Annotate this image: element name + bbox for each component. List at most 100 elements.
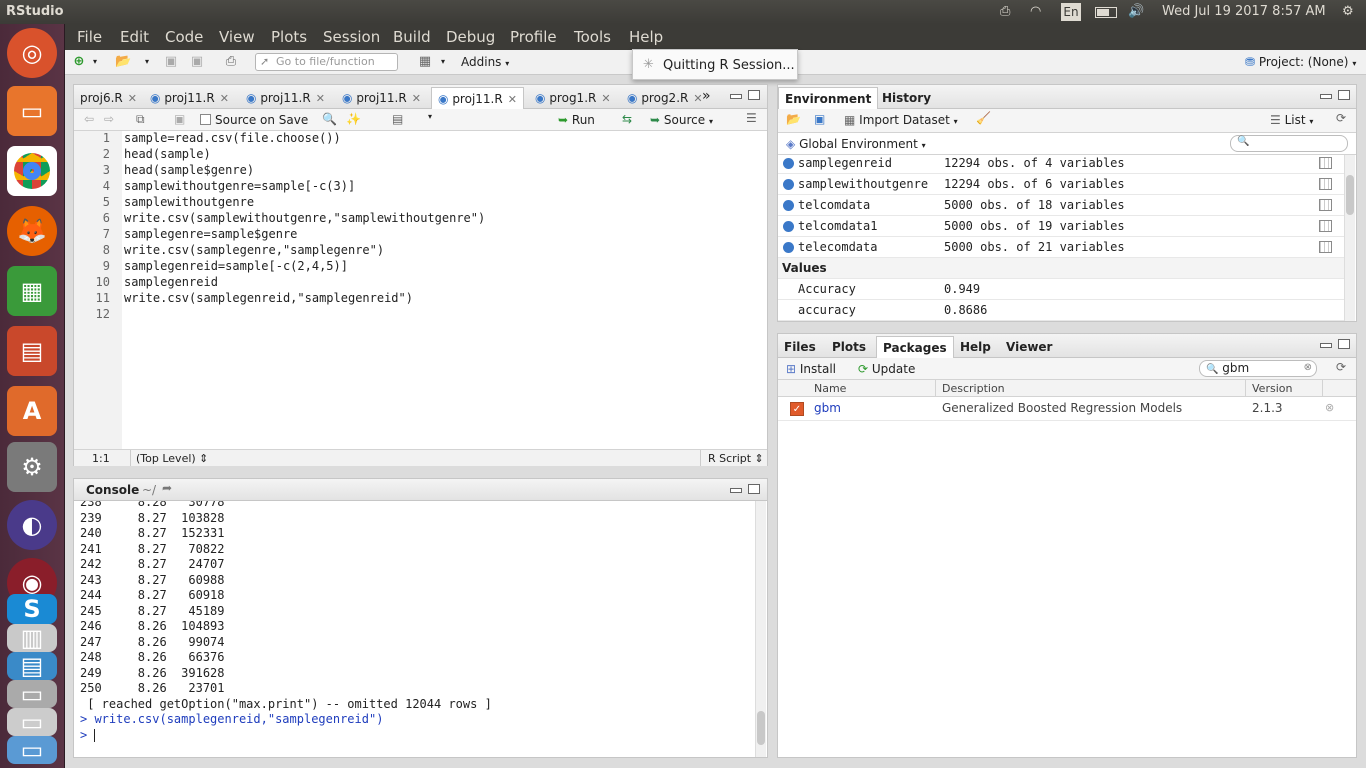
libreoffice-calc-icon[interactable]: ▦: [7, 266, 57, 316]
update-button[interactable]: ⟳ Update: [858, 362, 915, 376]
file-type-selector[interactable]: R Script ⇕: [708, 452, 764, 465]
tab-proj11-b[interactable]: ◉ proj11.R ✕: [240, 87, 331, 109]
refresh-env-icon[interactable]: ⟳: [1336, 111, 1346, 125]
menu-code[interactable]: Code: [165, 28, 203, 46]
minimize-env-icon[interactable]: [1320, 94, 1332, 99]
tab-viewer[interactable]: Viewer: [1000, 336, 1058, 358]
tab-prog1[interactable]: ◉ prog1.R ✕: [529, 87, 617, 109]
skype-icon[interactable]: S: [7, 594, 57, 624]
view-table-icon[interactable]: [1319, 220, 1332, 232]
view-table-icon[interactable]: [1319, 178, 1332, 190]
expand-dataset-icon[interactable]: [783, 242, 794, 253]
tab-proj11-a[interactable]: ◉ proj11.R ✕: [144, 87, 235, 109]
view-table-icon[interactable]: [1319, 199, 1332, 211]
close-icon[interactable]: ✕: [601, 92, 610, 105]
tab-packages[interactable]: Packages: [876, 336, 954, 358]
code-editor[interactable]: sample=read.csv(file.choose()) head(samp…: [74, 131, 767, 449]
expand-dataset-icon[interactable]: [783, 158, 794, 169]
env-data-row[interactable]: telcomdata1 5000 obs. of 19 variables: [778, 216, 1344, 237]
goto-file-input[interactable]: ➚ Go to file/function: [255, 53, 398, 71]
printer-icon[interactable]: ⎙: [1000, 4, 1010, 19]
minimize-console-icon[interactable]: [730, 488, 742, 493]
env-data-row[interactable]: samplewithoutgenre 12294 obs. of 6 varia…: [778, 174, 1344, 195]
env-data-row[interactable]: telcomdata 5000 obs. of 18 variables: [778, 195, 1344, 216]
forward-arrow-icon[interactable]: ⇨: [104, 112, 114, 126]
close-icon[interactable]: ✕: [128, 92, 137, 105]
menu-edit[interactable]: Edit: [120, 28, 149, 46]
tab-prog2[interactable]: ◉ prog2.R ✕: [621, 87, 709, 109]
tab-help[interactable]: Help: [954, 336, 997, 358]
scroll-thumb[interactable]: [757, 711, 765, 745]
env-data-row[interactable]: telecomdata 5000 obs. of 21 variables: [778, 237, 1344, 258]
eclipse-icon[interactable]: ◐: [7, 500, 57, 550]
app-stack-icon-3[interactable]: ▭: [7, 680, 57, 708]
package-name-link[interactable]: gbm: [814, 401, 841, 415]
settings-gear-icon[interactable]: ⚙: [1342, 4, 1354, 19]
expand-dataset-icon[interactable]: [783, 179, 794, 190]
package-search-input[interactable]: 🔍 gbm ⊗: [1199, 360, 1317, 377]
close-icon[interactable]: ✕: [316, 92, 325, 105]
expand-dataset-icon[interactable]: [783, 221, 794, 232]
global-environment-selector[interactable]: ◈ Global Environment ▾: [786, 137, 926, 151]
minimize-packages-icon[interactable]: [1320, 343, 1332, 348]
firefox-icon[interactable]: 🦊: [7, 206, 57, 256]
clear-search-icon[interactable]: ⊗: [1304, 362, 1312, 373]
menu-view[interactable]: View: [219, 28, 255, 46]
env-search-input[interactable]: 🔍: [1230, 135, 1348, 152]
close-icon[interactable]: ✕: [220, 92, 229, 105]
menu-session[interactable]: Session: [323, 28, 380, 46]
menu-build[interactable]: Build: [393, 28, 431, 46]
tab-proj6[interactable]: proj6.R ✕: [74, 87, 143, 109]
wifi-icon[interactable]: ◠: [1030, 4, 1041, 19]
app-stack-icon-4[interactable]: ▭: [7, 708, 57, 736]
system-settings-icon[interactable]: ⚙: [7, 442, 57, 492]
volume-icon[interactable]: 🔊: [1128, 4, 1144, 19]
maximize-packages-icon[interactable]: [1338, 339, 1350, 349]
tab-files[interactable]: Files: [778, 336, 822, 358]
ubuntu-dash-icon[interactable]: ◎: [7, 28, 57, 78]
menu-plots[interactable]: Plots: [271, 28, 307, 46]
col-version[interactable]: Version: [1252, 382, 1292, 395]
run-button[interactable]: ➥ Run: [558, 113, 595, 127]
software-center-icon[interactable]: A: [7, 386, 57, 436]
tab-plots[interactable]: Plots: [826, 336, 872, 358]
clock[interactable]: Wed Jul 19 2017 8:57 AM: [1162, 4, 1326, 19]
new-file-dropdown-icon[interactable]: ▾: [87, 54, 103, 70]
maximize-env-icon[interactable]: [1338, 90, 1350, 100]
source-on-save-checkbox[interactable]: [200, 114, 211, 125]
battery-icon[interactable]: [1095, 7, 1117, 18]
env-scrollbar[interactable]: [1344, 155, 1355, 321]
env-data-row[interactable]: samplegenreid 12294 obs. of 4 variables: [778, 155, 1344, 174]
go-to-dir-icon[interactable]: ➦: [162, 481, 172, 495]
libreoffice-impress-icon[interactable]: ▤: [7, 326, 57, 376]
open-folder-icon[interactable]: 📂: [115, 54, 131, 70]
menu-tools[interactable]: Tools: [574, 28, 611, 46]
refresh-packages-icon[interactable]: ⟳: [1336, 360, 1346, 374]
app-stack-icon-2[interactable]: ▤: [7, 652, 57, 680]
show-in-window-icon[interactable]: ⧉: [136, 112, 145, 127]
app-stack-icon[interactable]: ▥: [7, 624, 57, 652]
clear-broom-icon[interactable]: 🧹: [976, 111, 991, 125]
more-tabs-icon[interactable]: »: [702, 88, 711, 104]
tab-environment[interactable]: Environment: [778, 87, 879, 109]
env-value-row[interactable]: accuracy 0.8686: [778, 300, 1344, 321]
chrome-icon[interactable]: [7, 146, 57, 196]
new-file-icon[interactable]: ⊕: [71, 54, 87, 70]
package-row[interactable]: ✓ gbm Generalized Boosted Regression Mod…: [778, 397, 1356, 421]
menu-debug[interactable]: Debug: [446, 28, 495, 46]
save-icon[interactable]: ▣: [163, 54, 179, 70]
env-value-row[interactable]: Accuracy 0.949: [778, 279, 1344, 300]
col-name[interactable]: Name: [814, 382, 846, 395]
load-workspace-icon[interactable]: 📂: [786, 112, 801, 126]
package-loaded-checkbox[interactable]: ✓: [790, 402, 804, 416]
view-table-icon[interactable]: [1319, 157, 1332, 169]
console-prompt[interactable]: >: [80, 728, 96, 744]
files-folder-icon[interactable]: ▭: [7, 86, 57, 136]
console-output[interactable]: 238 8.28 30778 239 8.27 103828 240 8.27 …: [74, 501, 754, 757]
save-all-icon[interactable]: ▣: [189, 54, 205, 70]
panes-dropdown-icon[interactable]: ▾: [435, 54, 451, 70]
menu-file[interactable]: File: [77, 28, 102, 46]
save-workspace-icon[interactable]: ▣: [814, 112, 825, 126]
close-icon[interactable]: ✕: [508, 93, 517, 106]
console-scrollbar[interactable]: [755, 501, 766, 757]
